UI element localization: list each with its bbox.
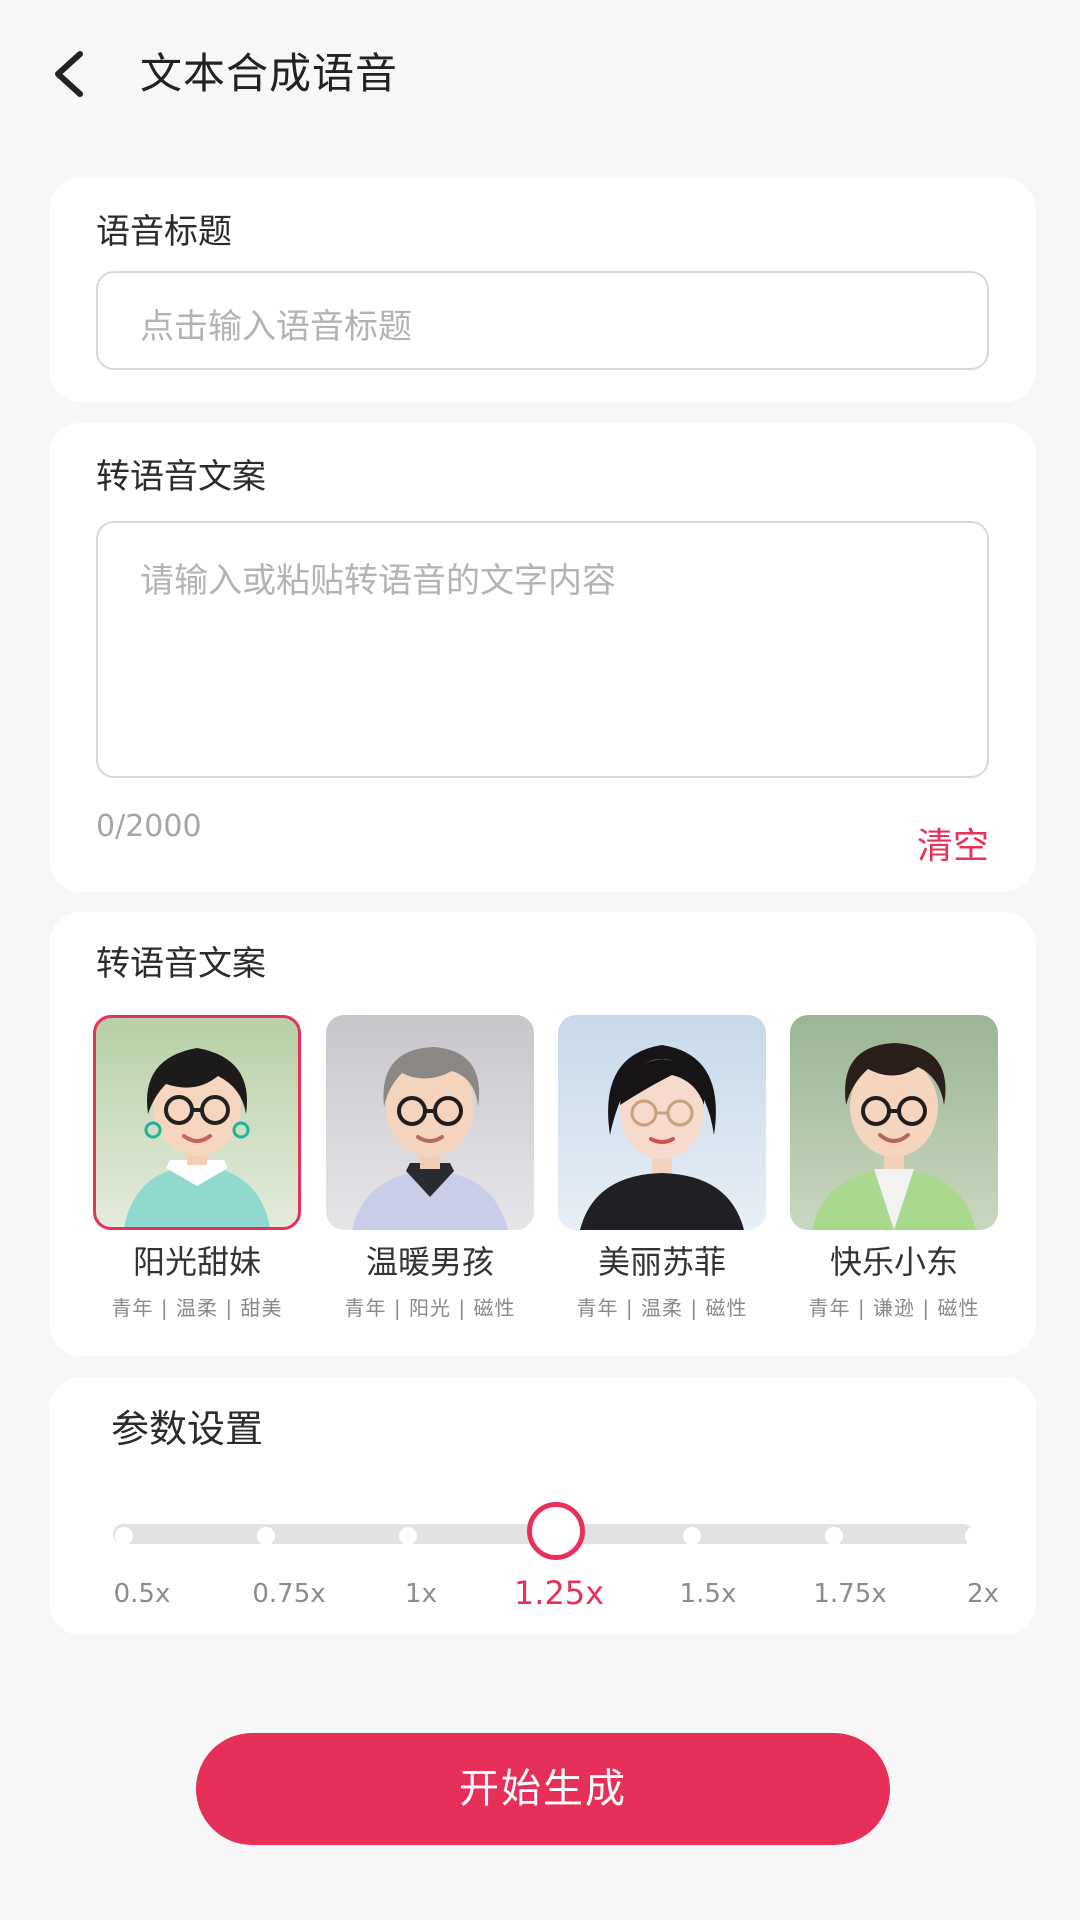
speed-label[interactable]: 0.5x [114,1579,171,1609]
speed-label[interactable]: 2x [967,1579,999,1609]
speed-stop-0.5x[interactable] [115,1527,133,1545]
speed-stop-1.75x[interactable] [825,1527,843,1545]
chevron-left-icon [55,51,83,97]
speed-stop-1x[interactable] [399,1527,417,1545]
speed-label[interactable]: 0.75x [252,1579,325,1609]
speed-label-selected[interactable]: 1.25x [514,1574,604,1612]
avatar[interactable] [93,1015,301,1230]
speed-label[interactable]: 1.75x [813,1579,886,1609]
boy-avatar-icon [352,1047,508,1230]
text-content-card: 转语音文案 请输入或粘贴转语音的文字内容 0/2000 清空 [49,423,1036,892]
voice-name: 阳光甜妹 [132,1243,261,1281]
speed-label[interactable]: 1.5x [680,1579,737,1609]
generate-button[interactable]: 开始生成 [196,1733,890,1845]
voice-tags: 青年 | 温柔 | 甜美 [111,1296,283,1320]
voice-name: 温暖男孩 [365,1243,494,1281]
voice-select-label: 转语音文案 [96,944,266,984]
voice-title-label: 语音标题 [96,212,232,252]
voice-title-input[interactable]: 点击输入语音标题 [96,271,989,370]
voice-tags: 青年 | 温柔 | 磁性 [576,1296,748,1320]
woman-avatar-icon [580,1045,744,1230]
avatar[interactable] [326,1015,534,1230]
voice-select-card: 转语音文案 阳光甜妹 青年 | 温柔 | 甜美 温暖男孩 青年 | 阳光 | 磁… [49,912,1036,1356]
params-label: 参数设置 [111,1407,264,1451]
voice-title-card: 语音标题 点击输入语音标题 [49,178,1036,402]
text-content-placeholder: 请输入或粘贴转语音的文字内容 [140,561,616,601]
voice-name: 美丽苏菲 [597,1243,726,1281]
girl-avatar-icon [124,1048,270,1227]
voice-name: 快乐小东 [829,1243,958,1281]
boy-avatar-icon [812,1043,976,1230]
clear-button[interactable]: 清空 [917,817,989,869]
voice-tags: 青年 | 谦逊 | 磁性 [808,1296,980,1320]
voice-option-beautiful-sophie[interactable]: 美丽苏菲 青年 | 温柔 | 磁性 [558,1015,766,1321]
back-button[interactable] [42,44,102,104]
voice-title-placeholder: 点击输入语音标题 [140,307,412,347]
voice-option-warm-boy[interactable]: 温暖男孩 青年 | 阳光 | 磁性 [326,1015,534,1321]
speed-stop-1.5x[interactable] [683,1527,701,1545]
params-card: 参数设置 0.5x 0.75x 1x 1.25x 1.5x 1.75x 2x [49,1377,1036,1635]
avatar[interactable] [558,1015,766,1230]
header-bar: 文本合成语音 [0,0,1080,150]
speed-slider-thumb[interactable] [527,1502,585,1560]
char-counter: 0/2000 [96,809,202,844]
speed-stop-0.75x[interactable] [257,1527,275,1545]
avatar[interactable] [790,1015,998,1230]
speed-stop-2x[interactable] [965,1527,983,1545]
voice-option-sunny-girl[interactable]: 阳光甜妹 青年 | 温柔 | 甜美 [93,1015,301,1321]
text-content-label: 转语音文案 [96,457,266,497]
text-content-textarea[interactable]: 请输入或粘贴转语音的文字内容 [96,521,989,778]
page-title: 文本合成语音 [140,49,399,98]
speed-label[interactable]: 1x [405,1579,437,1609]
voice-option-happy-xiaodong[interactable]: 快乐小东 青年 | 谦逊 | 磁性 [790,1015,998,1321]
voice-tags: 青年 | 阳光 | 磁性 [344,1296,516,1320]
